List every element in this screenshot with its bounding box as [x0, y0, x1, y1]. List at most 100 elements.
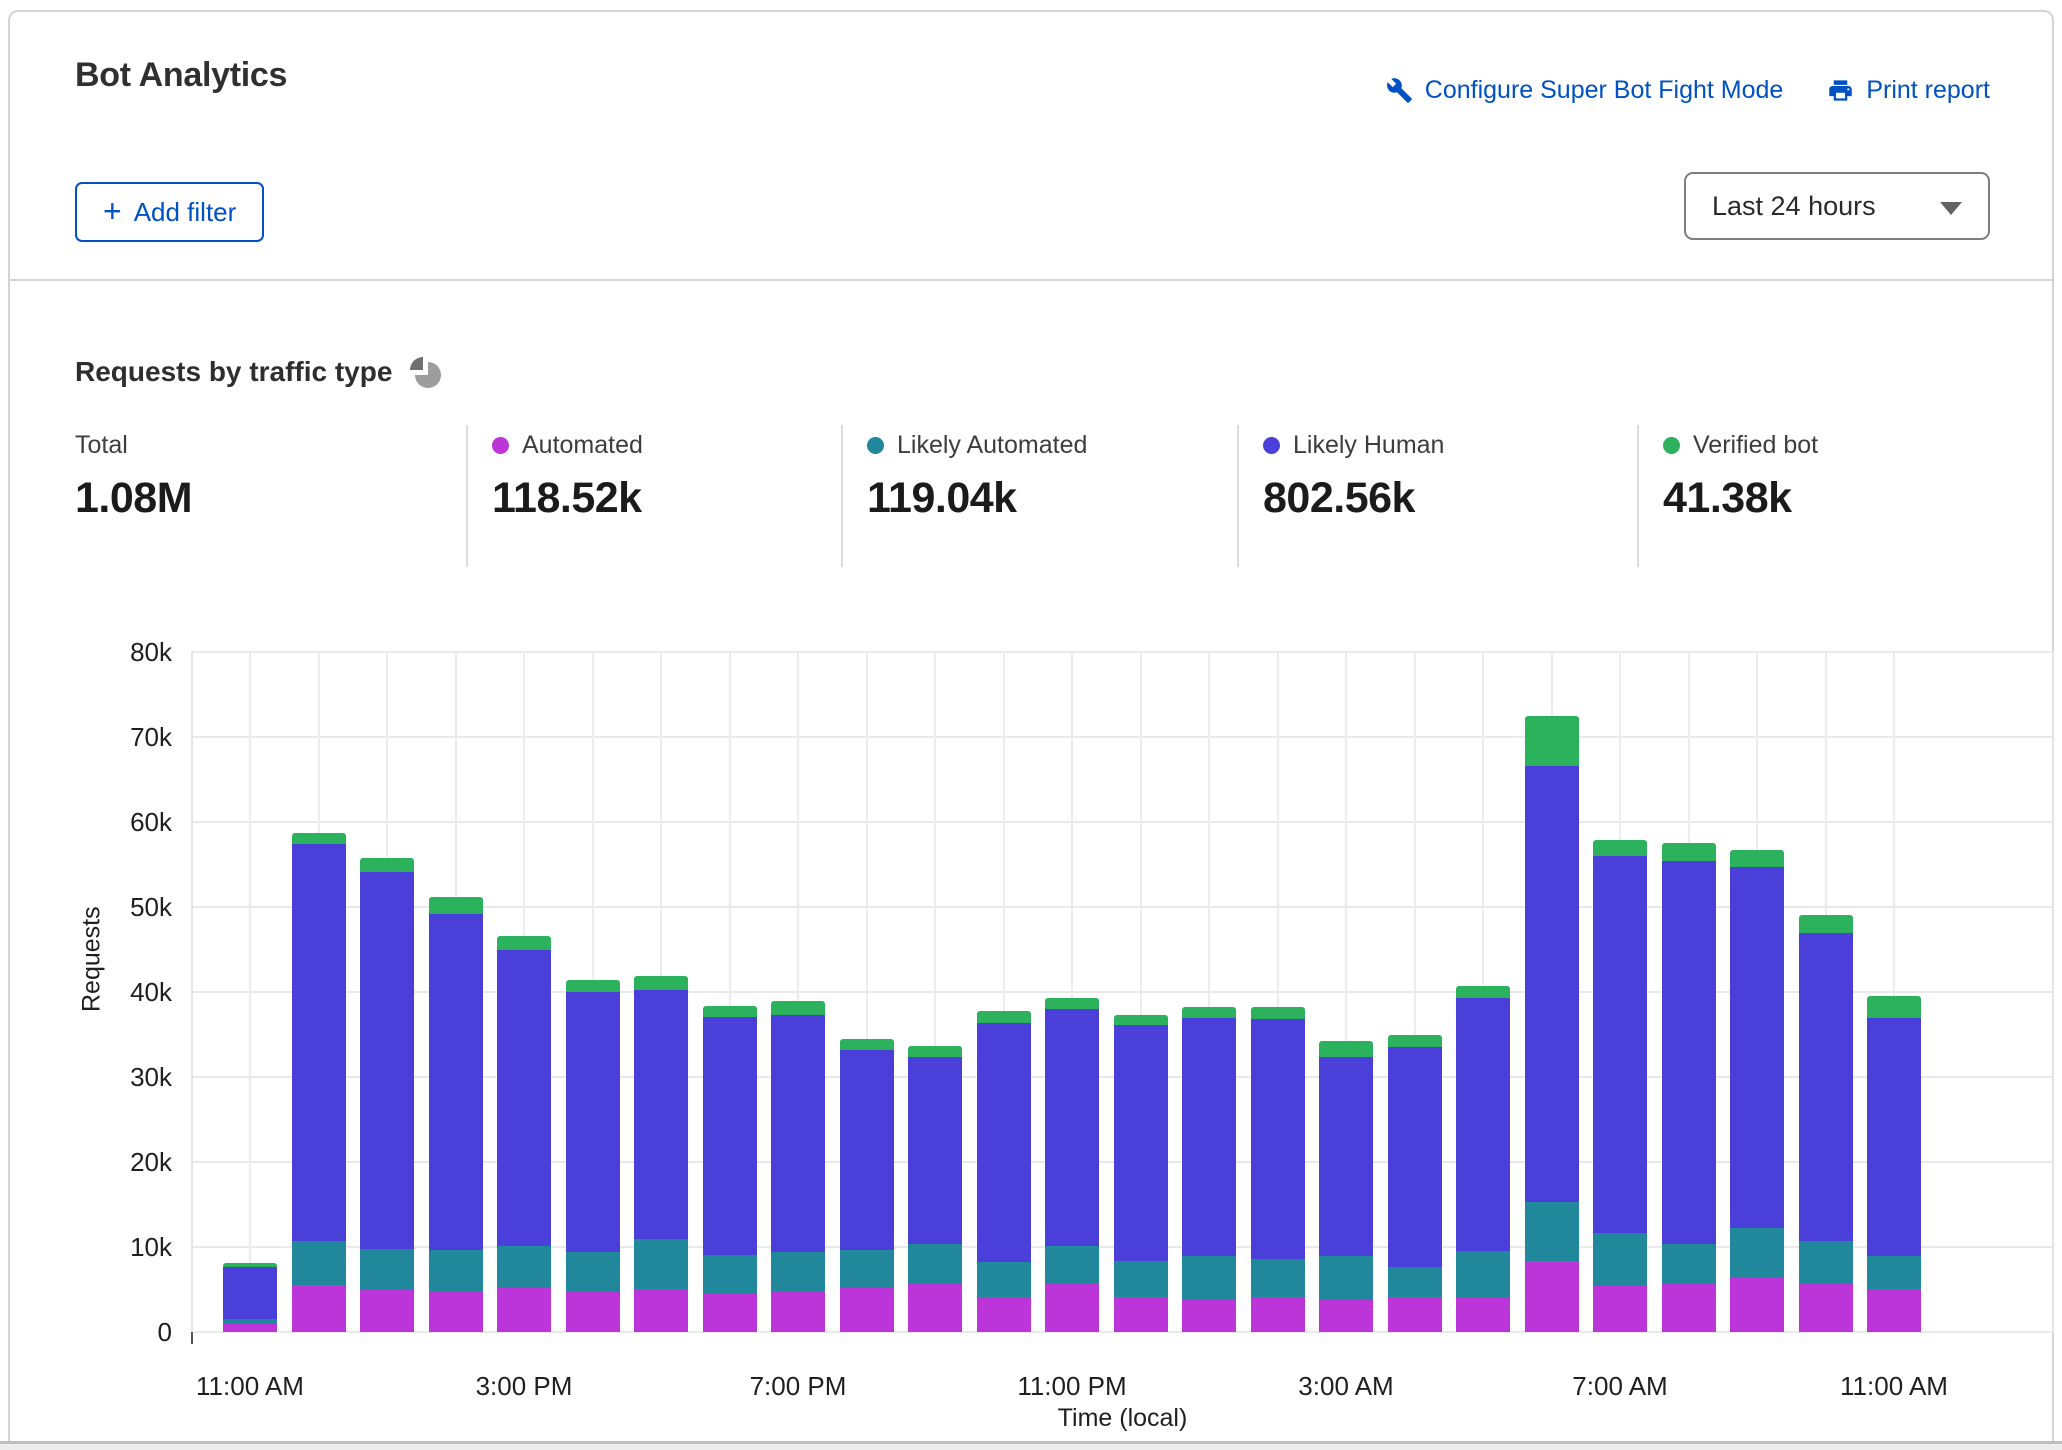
bar-segment-likely-automated[interactable]: [977, 1262, 1031, 1297]
time-range-select[interactable]: Last 24 hours: [1684, 172, 1990, 240]
bar-1-00-am[interactable]: [1182, 1007, 1236, 1332]
bar-segment-likely-automated[interactable]: [1182, 1256, 1236, 1299]
bar-segment-verified-bot[interactable]: [1525, 716, 1579, 766]
bar-segment-verified-bot[interactable]: [1593, 840, 1647, 856]
bar-segment-verified-bot[interactable]: [908, 1046, 962, 1056]
bar-1-00-pm[interactable]: [360, 858, 414, 1332]
bar-segment-automated[interactable]: [703, 1294, 757, 1332]
bar-segment-automated[interactable]: [1799, 1284, 1853, 1332]
bar-segment-likely-human[interactable]: [703, 1017, 757, 1255]
bar-segment-likely-automated[interactable]: [566, 1252, 620, 1292]
bar-segment-verified-bot[interactable]: [1799, 915, 1853, 933]
stat-likely-human[interactable]: Likely Human 802.56k: [1237, 425, 1637, 567]
bar-segment-likely-automated[interactable]: [1799, 1241, 1853, 1284]
bar-segment-likely-human[interactable]: [1182, 1018, 1236, 1255]
bar-segment-likely-human[interactable]: [1593, 856, 1647, 1233]
bar-segment-verified-bot[interactable]: [1182, 1007, 1236, 1018]
bar-segment-likely-automated[interactable]: [1388, 1267, 1442, 1298]
bar-7-00-pm[interactable]: [771, 1001, 825, 1332]
bar-segment-verified-bot[interactable]: [977, 1011, 1031, 1024]
bar-segment-likely-automated[interactable]: [497, 1246, 551, 1288]
bar-segment-likely-human[interactable]: [977, 1023, 1031, 1262]
pie-chart-icon[interactable]: [410, 357, 441, 388]
bar-10-00-am[interactable]: [1799, 915, 1853, 1332]
bar-segment-likely-human[interactable]: [497, 950, 551, 1247]
bar-segment-likely-human[interactable]: [634, 990, 688, 1239]
bar-segment-automated[interactable]: [1730, 1278, 1784, 1332]
bar-segment-likely-human[interactable]: [840, 1050, 894, 1251]
bar-4-00-am[interactable]: [1388, 1035, 1442, 1332]
bar-segment-likely-human[interactable]: [1045, 1009, 1099, 1246]
bar-8-00-pm[interactable]: [840, 1039, 894, 1332]
bar-segment-likely-automated[interactable]: [1525, 1202, 1579, 1261]
bar-segment-automated[interactable]: [429, 1291, 483, 1332]
bar-segment-automated[interactable]: [1867, 1289, 1921, 1332]
bar-3-00-am[interactable]: [1319, 1041, 1373, 1332]
bar-segment-automated[interactable]: [1045, 1284, 1099, 1332]
bar-segment-likely-human[interactable]: [1251, 1019, 1305, 1259]
bar-segment-likely-automated[interactable]: [1593, 1233, 1647, 1286]
bar-segment-likely-automated[interactable]: [360, 1249, 414, 1291]
bar-segment-likely-automated[interactable]: [1662, 1244, 1716, 1283]
bar-6-00-am[interactable]: [1525, 716, 1579, 1332]
add-filter-button[interactable]: + Add filter: [75, 182, 264, 242]
bar-segment-likely-automated[interactable]: [429, 1250, 483, 1292]
bar-segment-verified-bot[interactable]: [566, 980, 620, 992]
bar-segment-likely-human[interactable]: [292, 844, 346, 1241]
bar-segment-likely-automated[interactable]: [1867, 1256, 1921, 1288]
bar-5-00-pm[interactable]: [634, 976, 688, 1332]
bar-4-00-pm[interactable]: [566, 980, 620, 1332]
bar-segment-likely-automated[interactable]: [1114, 1261, 1168, 1298]
bar-9-00-pm[interactable]: [908, 1046, 962, 1332]
bar-segment-likely-human[interactable]: [360, 872, 414, 1249]
bar-segment-automated[interactable]: [1456, 1298, 1510, 1332]
bar-segment-verified-bot[interactable]: [1867, 996, 1921, 1017]
bar-7-00-am[interactable]: [1593, 840, 1647, 1332]
bar-segment-likely-automated[interactable]: [1251, 1259, 1305, 1297]
bar-segment-automated[interactable]: [1182, 1299, 1236, 1332]
stat-verified-bot[interactable]: Verified bot 41.38k: [1637, 425, 1987, 567]
configure-super-bot-fight-mode-link[interactable]: Configure Super Bot Fight Mode: [1386, 76, 1784, 105]
bar-segment-verified-bot[interactable]: [429, 897, 483, 914]
bar-segment-automated[interactable]: [977, 1297, 1031, 1332]
bar-segment-automated[interactable]: [223, 1324, 277, 1332]
bar-segment-likely-automated[interactable]: [1456, 1251, 1510, 1298]
bar-segment-likely-human[interactable]: [1388, 1047, 1442, 1266]
bar-8-00-am[interactable]: [1662, 843, 1716, 1332]
bar-11-00-pm[interactable]: [1045, 998, 1099, 1332]
bar-segment-automated[interactable]: [908, 1284, 962, 1332]
bar-segment-likely-human[interactable]: [1799, 933, 1853, 1242]
bar-segment-verified-bot[interactable]: [1388, 1035, 1442, 1047]
bar-segment-likely-automated[interactable]: [1730, 1228, 1784, 1277]
bar-11-00-am[interactable]: [1867, 996, 1921, 1332]
bar-segment-automated[interactable]: [1525, 1261, 1579, 1332]
bar-segment-automated[interactable]: [634, 1289, 688, 1332]
bar-segment-verified-bot[interactable]: [1251, 1007, 1305, 1019]
bar-segment-likely-human[interactable]: [223, 1267, 277, 1320]
bar-segment-automated[interactable]: [1388, 1297, 1442, 1332]
bar-segment-automated[interactable]: [566, 1292, 620, 1332]
bar-segment-likely-human[interactable]: [1867, 1018, 1921, 1257]
bar-segment-likely-human[interactable]: [1730, 867, 1784, 1228]
bar-segment-automated[interactable]: [1593, 1286, 1647, 1332]
bar-segment-verified-bot[interactable]: [1045, 998, 1099, 1009]
stat-likely-automated[interactable]: Likely Automated 119.04k: [841, 425, 1237, 567]
bar-12-00-pm[interactable]: [292, 833, 346, 1332]
bar-segment-likely-human[interactable]: [1662, 861, 1716, 1244]
bar-10-00-pm[interactable]: [977, 1011, 1031, 1332]
bar-segment-verified-bot[interactable]: [292, 833, 346, 844]
bar-segment-automated[interactable]: [1114, 1297, 1168, 1332]
bar-segment-verified-bot[interactable]: [1319, 1041, 1373, 1056]
bar-segment-automated[interactable]: [497, 1288, 551, 1332]
bar-segment-likely-automated[interactable]: [1319, 1256, 1373, 1299]
bar-12-00-am[interactable]: [1114, 1015, 1168, 1332]
bar-segment-verified-bot[interactable]: [360, 858, 414, 872]
bar-segment-likely-automated[interactable]: [634, 1239, 688, 1288]
bar-segment-likely-human[interactable]: [429, 914, 483, 1250]
bar-segment-automated[interactable]: [292, 1285, 346, 1332]
bar-segment-verified-bot[interactable]: [840, 1039, 894, 1050]
bar-segment-likely-automated[interactable]: [703, 1255, 757, 1294]
bar-segment-likely-human[interactable]: [1319, 1057, 1373, 1257]
bar-segment-likely-human[interactable]: [566, 992, 620, 1252]
bar-5-00-am[interactable]: [1456, 986, 1510, 1332]
